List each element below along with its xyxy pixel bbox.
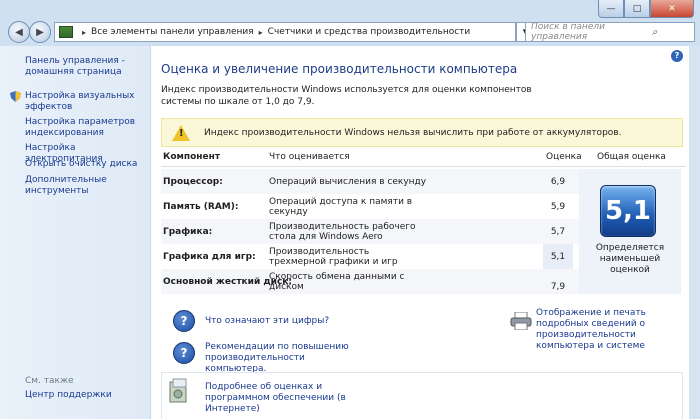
print-details-link[interactable]: Отображение и печать подробных сведений … bbox=[536, 308, 686, 352]
row-component: Графика: bbox=[163, 226, 213, 237]
sidebar-item-support-center[interactable]: Центр поддержки bbox=[25, 390, 145, 401]
base-score-badge: 5,1 bbox=[600, 185, 656, 237]
sidebar-item-visual-effects[interactable]: Настройка визуальных эффектов bbox=[25, 91, 145, 113]
table-row: Графика для игр: Производительность трех… bbox=[161, 244, 593, 269]
back-button[interactable]: ◀ bbox=[8, 21, 30, 43]
minimize-button[interactable]: — bbox=[598, 0, 624, 18]
search-box[interactable]: Поиск в панели управления ⌕ bbox=[525, 22, 695, 42]
sidebar-item-indexing[interactable]: Настройка параметров индексирования bbox=[25, 117, 145, 139]
software-box-icon bbox=[169, 378, 187, 403]
row-score: 5,1 bbox=[543, 244, 573, 269]
question-icon: ? bbox=[173, 310, 195, 332]
base-score-caption: Определяется наименьшей оценкой bbox=[595, 243, 665, 275]
breadcrumb-separator: ▸ bbox=[258, 27, 263, 37]
sidebar: Панель управления - домашняя страница На… bbox=[0, 46, 151, 419]
question-icon: ? bbox=[173, 342, 195, 364]
shield-icon bbox=[10, 91, 21, 102]
header-score: Оценка bbox=[546, 152, 582, 162]
search-input[interactable]: Поиск в панели управления bbox=[526, 22, 610, 42]
page-title: Оценка и увеличение производительности к… bbox=[161, 62, 518, 76]
row-what: Скорость обмена данными с диском bbox=[269, 271, 405, 292]
row-score: 5,7 bbox=[550, 226, 566, 237]
table-row: Память (RAM): Операций доступа к памяти … bbox=[161, 194, 593, 219]
row-what: Производительность трехмерной графики и … bbox=[269, 246, 398, 267]
base-score-panel: 5,1 Определяется наименьшей оценкой bbox=[579, 169, 681, 294]
see-also-label: См. также bbox=[25, 376, 74, 386]
breadcrumb-all-items[interactable]: Все элементы панели управления bbox=[91, 27, 254, 37]
forward-button[interactable]: ▶ bbox=[29, 21, 51, 43]
meaning-link[interactable]: Что означают эти цифры? bbox=[205, 316, 329, 327]
warning-icon bbox=[172, 124, 190, 141]
battery-warning-bar: Индекс производительности Windows нельзя… bbox=[161, 118, 683, 147]
row-score: 7,9 bbox=[550, 282, 566, 292]
online-info-link[interactable]: Подробнее об оценках и программном обесп… bbox=[205, 382, 375, 415]
table-row: Основной жесткий диск: Скорость обмена д… bbox=[161, 269, 593, 294]
control-panel-icon bbox=[59, 26, 73, 38]
table-row: Графика: Производительность рабочего сто… bbox=[161, 219, 593, 244]
row-component: Память (RAM): bbox=[163, 201, 239, 212]
navigation-bar: ◀ ▶ ▸ Все элементы панели управления ▸ С… bbox=[0, 18, 700, 46]
sidebar-item-advanced-tools[interactable]: Дополнительные инструменты bbox=[25, 175, 145, 197]
close-button[interactable]: ✕ bbox=[650, 0, 694, 18]
control-panel-window: — □ ✕ ◀ ▶ ▸ Все элементы панели управлен… bbox=[0, 0, 700, 419]
table-row: Процессор: Операций вычисления в секунду… bbox=[161, 169, 593, 194]
header-component: Компонент bbox=[163, 152, 221, 162]
printer-icon bbox=[510, 312, 532, 330]
intro-text: Индекс производительности Windows исполь… bbox=[161, 85, 532, 107]
header-total: Общая оценка bbox=[597, 152, 666, 162]
row-component: Графика для игр: bbox=[163, 251, 256, 262]
maximize-button[interactable]: □ bbox=[624, 0, 650, 18]
row-what: Производительность рабочего стола для Wi… bbox=[269, 221, 416, 242]
address-bar[interactable]: ▸ Все элементы панели управления ▸ Счетч… bbox=[54, 22, 516, 42]
sidebar-item-disk-cleanup[interactable]: Открыть очистку диска bbox=[25, 159, 145, 170]
breadcrumb-performance[interactable]: Счетчики и средства производительности bbox=[268, 27, 471, 37]
row-what: Операций доступа к памяти в секунду bbox=[269, 196, 413, 217]
row-component: Процессор: bbox=[163, 176, 223, 187]
row-score: 6,9 bbox=[550, 176, 566, 187]
scrollbar[interactable] bbox=[689, 46, 700, 419]
breadcrumb-separator: ▸ bbox=[82, 27, 87, 37]
header-what: Что оценивается bbox=[269, 152, 350, 162]
header-divider bbox=[161, 166, 686, 167]
main-content: ? Оценка и увеличение производительности… bbox=[151, 46, 689, 419]
sidebar-item-home[interactable]: Панель управления - домашняя страница bbox=[25, 56, 145, 78]
window-controls: — □ ✕ bbox=[598, 0, 694, 18]
help-icon[interactable]: ? bbox=[671, 50, 683, 62]
tips-link[interactable]: Рекомендации по повышению производительн… bbox=[205, 342, 355, 375]
warning-text: Индекс производительности Windows нельзя… bbox=[204, 127, 622, 138]
search-icon[interactable]: ⌕ bbox=[610, 27, 694, 38]
row-what: Операций вычисления в секунду bbox=[269, 176, 427, 187]
row-score: 5,9 bbox=[550, 201, 566, 212]
